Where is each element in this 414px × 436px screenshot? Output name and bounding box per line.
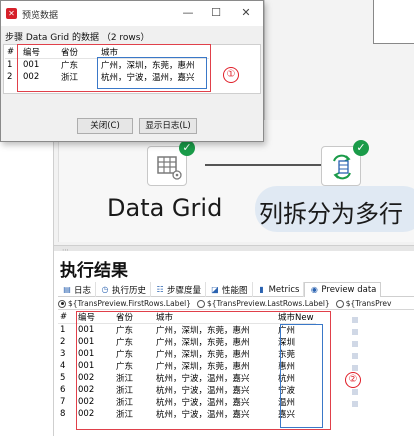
blurred-column xyxy=(350,311,410,431)
row-number: 8 xyxy=(60,409,66,419)
row-number: 6 xyxy=(60,385,66,395)
row-number: 2 xyxy=(60,337,66,347)
tab-label: 性能图 xyxy=(222,285,248,296)
step1-success-icon: ✓ xyxy=(179,140,195,156)
row-number: 4 xyxy=(60,361,66,371)
radio-label: ${TransPreview.FirstRows.Label} xyxy=(68,299,191,308)
dialog-titlebar[interactable]: ✕ 预览数据 — ☐ ✕ xyxy=(1,1,263,26)
annotation-box-blue xyxy=(280,324,323,428)
annotation-badge-2: ② xyxy=(345,372,361,388)
tab-perf-chart[interactable]: ◪ 性能图 xyxy=(206,282,253,297)
tab-history[interactable]: ◷ 执行历史 xyxy=(96,282,152,297)
annotation-box-blue xyxy=(97,57,207,89)
radio-other[interactable]: ${TransPrev xyxy=(335,298,392,309)
radio-label: ${TransPreview.LastRows.Label} xyxy=(206,299,330,308)
tab-label: 日志 xyxy=(74,285,92,296)
radio-unchecked-icon xyxy=(335,299,344,308)
maximize-button[interactable]: ☐ xyxy=(207,5,225,21)
step2-success-icon: ✓ xyxy=(353,140,369,156)
tab-label: 执行历史 xyxy=(112,285,147,296)
app-root: ters ✓ xyxy=(0,0,414,436)
tab-label: Metrics xyxy=(268,284,300,295)
tab-log[interactable]: ▤ 日志 xyxy=(58,282,97,297)
row-number: 3 xyxy=(60,349,66,359)
annotation-badge-1: ① xyxy=(223,67,239,83)
row-number: 5 xyxy=(60,373,66,383)
preview-icon: ◉ xyxy=(310,285,318,294)
results-title: 执行结果 xyxy=(60,261,128,281)
radio-unchecked-icon xyxy=(196,299,205,308)
tab-label: Preview data xyxy=(321,285,377,295)
history-icon: ◷ xyxy=(101,284,109,294)
radio-first-rows[interactable]: ${TransPreview.FirstRows.Label} xyxy=(58,298,191,309)
step1-label: Data Grid xyxy=(107,194,223,222)
app-icon: ✕ xyxy=(6,8,17,19)
tab-preview-data[interactable]: ◉ Preview data xyxy=(304,282,382,297)
radio-label: ${TransPrev xyxy=(345,299,392,308)
metrics-icon: ▮ xyxy=(259,284,264,294)
tab-metrics[interactable]: ▮ Metrics xyxy=(253,282,305,297)
step2-label: 列拆分为多行 xyxy=(259,200,403,228)
close-window-button[interactable]: ✕ xyxy=(237,5,255,21)
preview-mode-radios: ${TransPreview.FirstRows.Label} ${TransP… xyxy=(58,298,414,310)
results-tabs: ▤ 日志 ◷ 执行历史 ☷ 步骤度量 ◪ 性能图 ▮ Metrics ◉ Pre… xyxy=(58,282,414,297)
preview-data-dialog: ✕ 预览数据 — ☐ ✕ 步骤 Data Grid 的数据 （2 rows） #… xyxy=(0,0,264,142)
execution-results-panel: 执行结果 ▤ 日志 ◷ 执行历史 ☷ 步骤度量 ◪ 性能图 ▮ Metrics xyxy=(54,251,414,436)
background-panel xyxy=(264,0,414,120)
dialog-title: 预览数据 xyxy=(22,11,59,21)
tab-label: 步骤度量 xyxy=(167,285,202,296)
radio-last-rows[interactable]: ${TransPreview.LastRows.Label} xyxy=(196,298,330,309)
row-number: 1 xyxy=(60,325,66,335)
show-log-button[interactable]: 显示日志(L) xyxy=(139,118,197,134)
background-frame xyxy=(373,0,414,44)
perf-chart-icon: ◪ xyxy=(211,284,219,294)
log-icon: ▤ xyxy=(63,284,71,294)
minimize-button[interactable]: — xyxy=(179,5,197,21)
step-metrics-icon: ☷ xyxy=(156,284,164,294)
hop-line[interactable] xyxy=(205,164,325,166)
row-number: 7 xyxy=(60,397,66,407)
column-header[interactable]: # xyxy=(58,311,76,324)
dialog-subtitle: 步骤 Data Grid 的数据 （2 rows） xyxy=(5,33,150,43)
close-button[interactable]: 关闭(C) xyxy=(77,118,133,134)
radio-checked-icon xyxy=(58,299,66,308)
tab-step-metrics[interactable]: ☷ 步骤度量 xyxy=(151,282,207,297)
